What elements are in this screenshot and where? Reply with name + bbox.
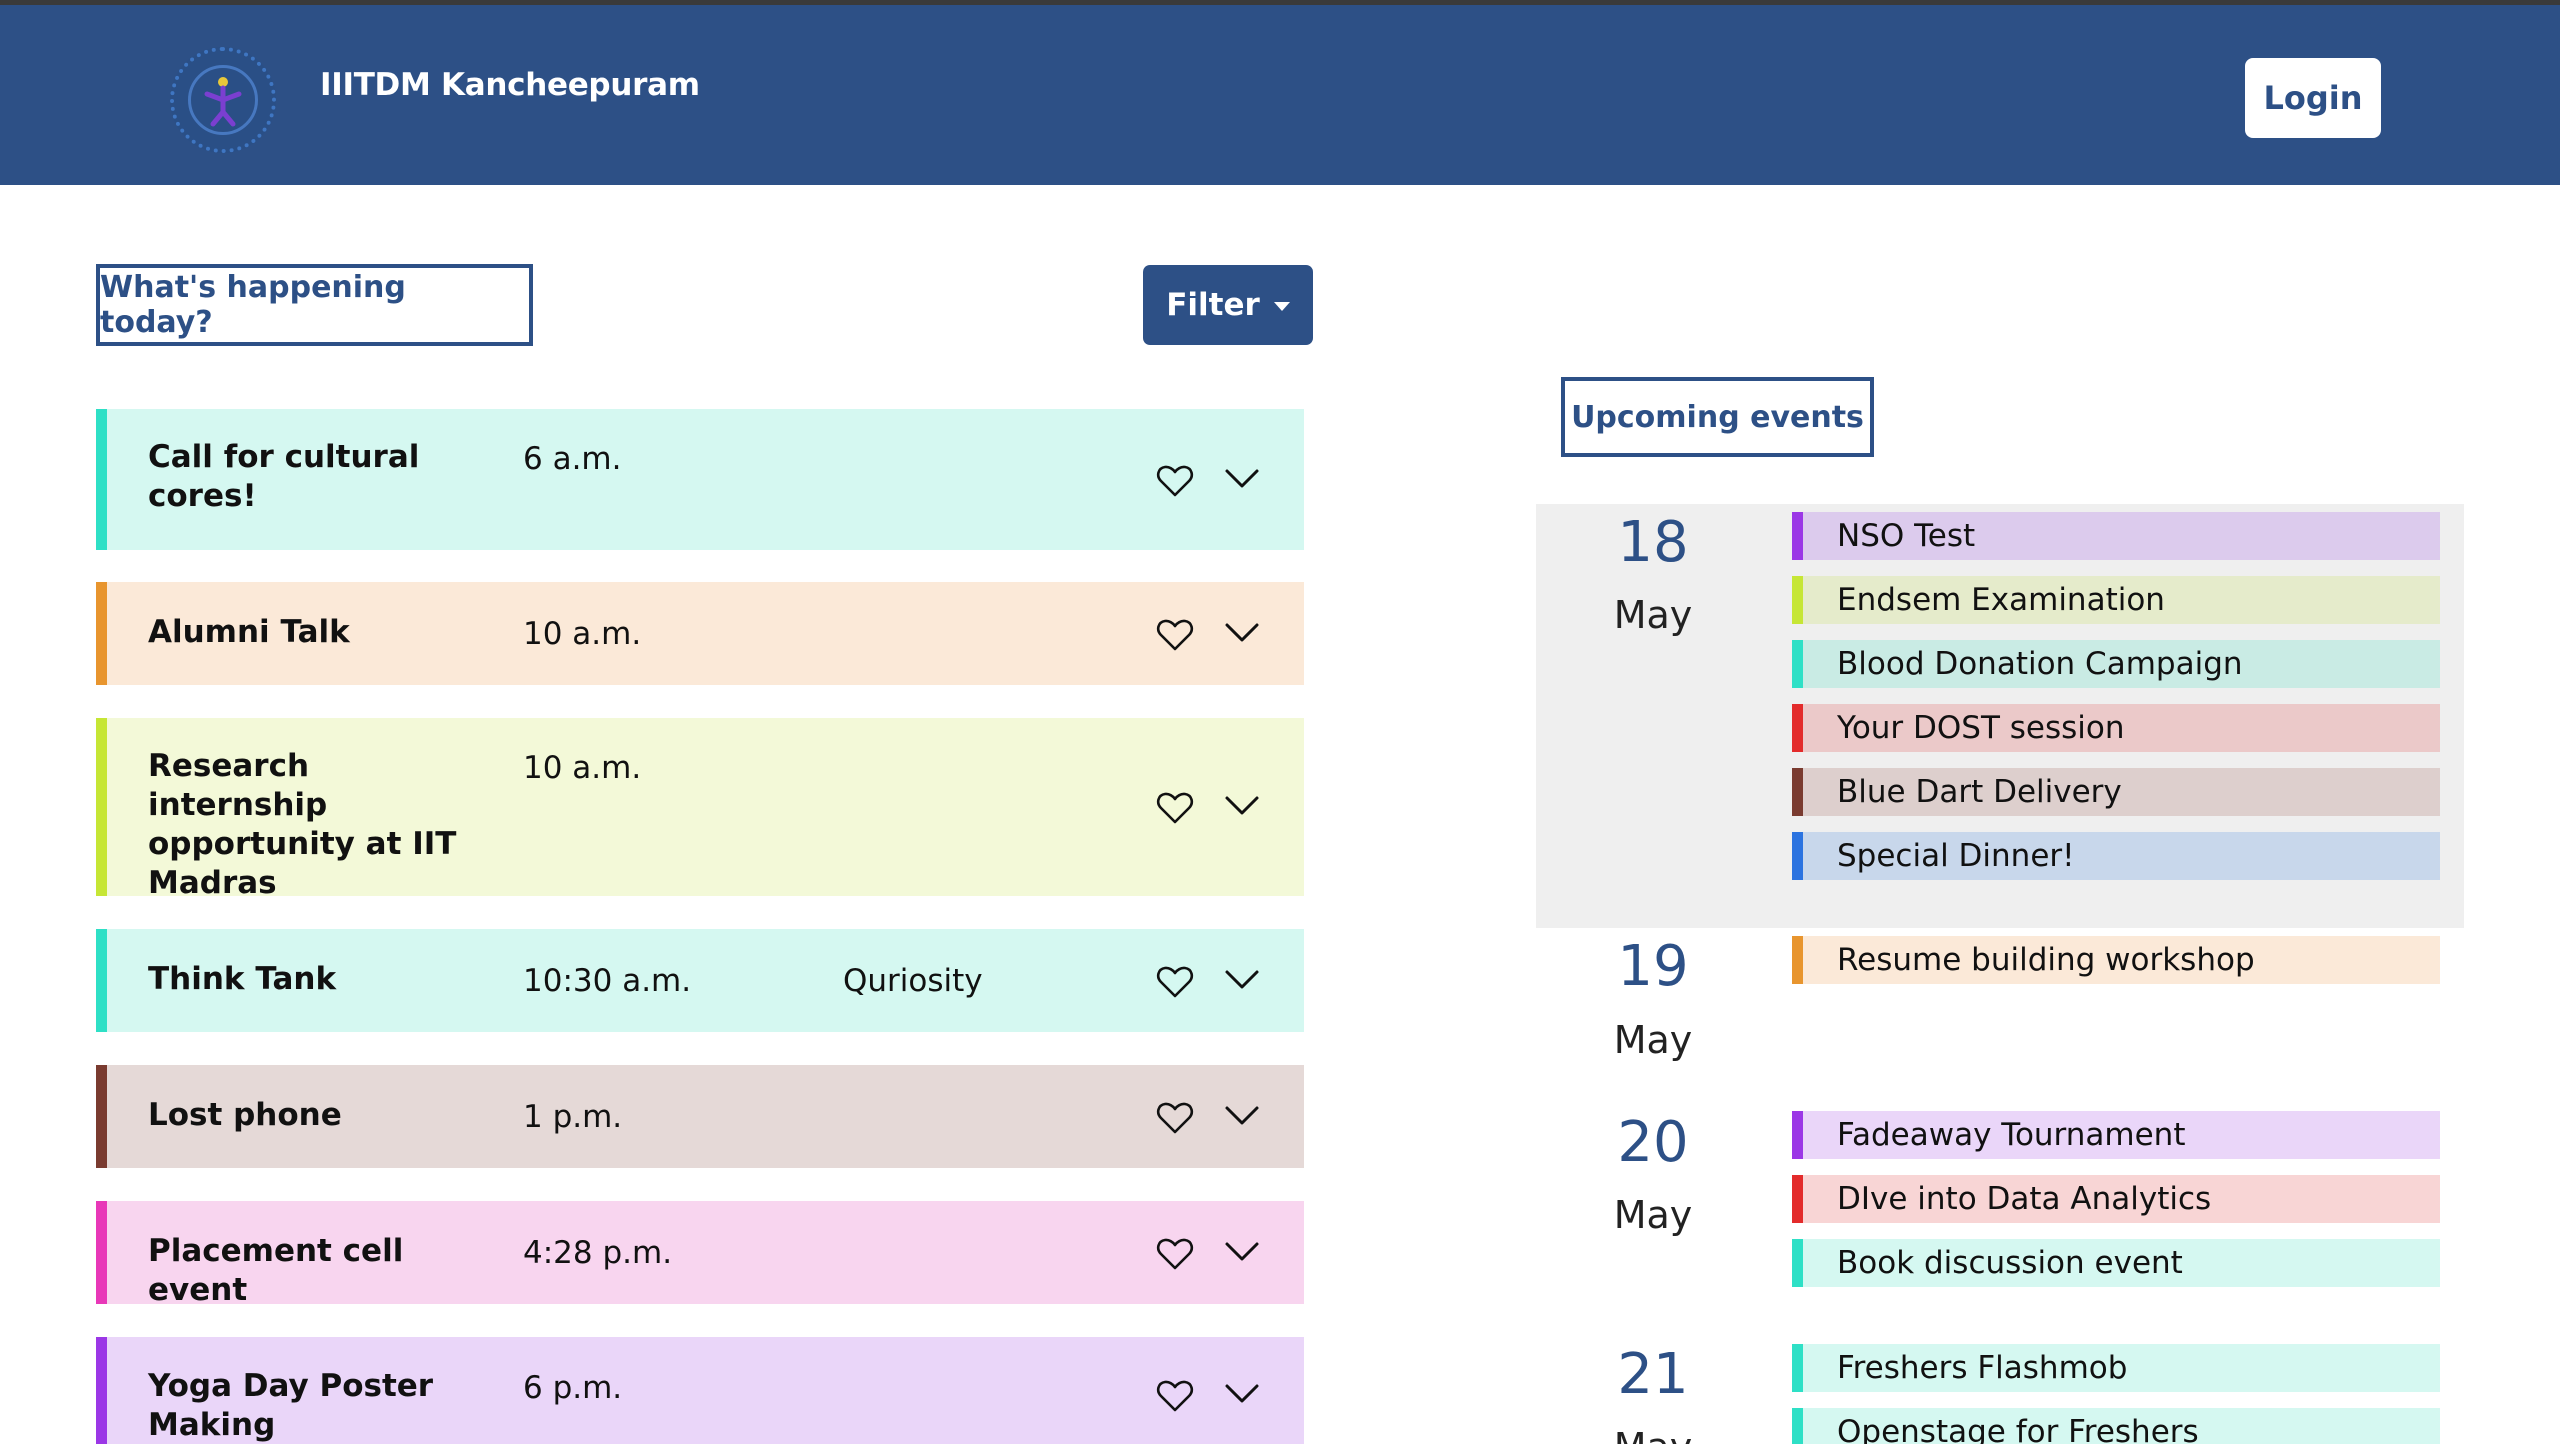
event-card[interactable]: Lost phone 1 p.m. (96, 1065, 1304, 1168)
event-card[interactable]: Placement cell event 4:28 p.m. (96, 1201, 1304, 1308)
event-card[interactable]: Research internship opportunity at IIT M… (96, 718, 1304, 901)
event-time: 10 a.m. (523, 616, 642, 652)
whats-happening-today-button[interactable]: What's happening today? (96, 264, 533, 346)
event-time: 6 p.m. (523, 1370, 623, 1406)
navbar: IIITDM Kancheepuram Login (0, 5, 2560, 185)
event-card[interactable]: Yoga Day Poster Making 6 p.m. (96, 1337, 1304, 1444)
upcoming-event-label: Blood Donation Campaign (1837, 646, 2243, 682)
event-time: 6 a.m. (523, 441, 622, 477)
event-title: Placement cell event (148, 1233, 404, 1308)
chevron-down-icon[interactable] (1224, 969, 1260, 991)
chevron-down-icon[interactable] (1224, 622, 1260, 644)
chevron-down-icon[interactable] (1224, 795, 1260, 817)
event-time: 1 p.m. (523, 1099, 623, 1135)
filter-label: Filter (1166, 287, 1260, 323)
upcoming-event-label: Book discussion event (1837, 1245, 2183, 1281)
chevron-down-icon[interactable] (1224, 1241, 1260, 1263)
upcoming-day-number: 20 (1617, 1110, 1689, 1175)
upcoming-event-item[interactable]: Blood Donation Campaign (1792, 640, 2440, 688)
event-accent-bar (96, 929, 107, 1032)
upcoming-event-item[interactable]: Fadeaway Tournament (1792, 1111, 2440, 1159)
heart-icon[interactable] (1156, 1379, 1194, 1413)
heart-icon[interactable] (1156, 1237, 1194, 1271)
event-accent-bar (96, 1337, 107, 1444)
upcoming-accent-bar (1792, 832, 1803, 880)
upcoming-accent-bar (1792, 1111, 1803, 1159)
upcoming-event-item[interactable]: NSO Test (1792, 512, 2440, 560)
upcoming-event-item[interactable]: Resume building workshop (1792, 936, 2440, 984)
event-time: 10 a.m. (523, 750, 642, 786)
event-accent-bar (96, 409, 107, 550)
event-title: Think Tank (148, 961, 337, 997)
event-organizer: Quriosity (843, 963, 983, 999)
upcoming-event-label: Fadeaway Tournament (1837, 1117, 2186, 1153)
upcoming-accent-bar (1792, 768, 1803, 816)
upcoming-event-label: Your DOST session (1837, 710, 2125, 746)
heart-icon[interactable] (1156, 965, 1194, 999)
heart-icon[interactable] (1156, 618, 1194, 652)
event-accent-bar (96, 718, 107, 896)
event-time: 4:28 p.m. (523, 1235, 673, 1271)
upcoming-event-label: Freshers Flashmob (1837, 1350, 2128, 1386)
upcoming-accent-bar (1792, 704, 1803, 752)
upcoming-day-number: 21 (1617, 1342, 1689, 1407)
upcoming-accent-bar (1792, 936, 1803, 984)
upcoming-day-number: 18 (1617, 510, 1689, 575)
upcoming-month: May (1613, 593, 1693, 637)
logo-ring (188, 65, 258, 135)
event-title: Call for cultural cores! (148, 439, 420, 514)
upcoming-accent-bar (1792, 1175, 1803, 1223)
upcoming-event-item[interactable]: Special Dinner! (1792, 832, 2440, 880)
filter-dropdown-button[interactable]: Filter (1143, 265, 1313, 345)
upcoming-event-item[interactable]: Your DOST session (1792, 704, 2440, 752)
upcoming-event-item[interactable]: Book discussion event (1792, 1239, 2440, 1287)
brand-name[interactable]: IIITDM Kancheepuram (320, 67, 700, 103)
upcoming-accent-bar (1792, 640, 1803, 688)
event-title: Alumni Talk (148, 614, 350, 650)
event-time: 10:30 a.m. (523, 963, 692, 999)
event-title: Lost phone (148, 1097, 342, 1133)
upcoming-event-item[interactable]: Blue Dart Delivery (1792, 768, 2440, 816)
chevron-down-icon[interactable] (1224, 1105, 1260, 1127)
chevron-down-icon[interactable] (1224, 468, 1260, 490)
upcoming-accent-bar (1792, 1344, 1803, 1392)
event-card[interactable]: Think Tank 10:30 a.m. Quriosity (96, 929, 1304, 1032)
login-button[interactable]: Login (2245, 58, 2381, 138)
event-accent-bar (96, 582, 107, 685)
event-title: Research internship opportunity at IIT M… (148, 748, 457, 901)
upcoming-event-item[interactable]: DIve into Data Analytics (1792, 1175, 2440, 1223)
upcoming-event-item[interactable]: Endsem Examination (1792, 576, 2440, 624)
upcoming-accent-bar (1792, 1408, 1803, 1444)
event-accent-bar (96, 1065, 107, 1168)
event-card[interactable]: Call for cultural cores! 6 a.m. (96, 409, 1304, 550)
institute-logo[interactable] (170, 47, 276, 153)
upcoming-event-item[interactable]: Freshers Flashmob (1792, 1344, 2440, 1392)
upcoming-month: May (1613, 1018, 1693, 1062)
upcoming-event-label: Special Dinner! (1837, 838, 2075, 874)
upcoming-event-label: Endsem Examination (1837, 582, 2165, 618)
heart-icon[interactable] (1156, 791, 1194, 825)
upcoming-event-label: Openstage for Freshers (1837, 1414, 2199, 1444)
upcoming-event-label: Blue Dart Delivery (1837, 774, 2122, 810)
upcoming-event-label: DIve into Data Analytics (1837, 1181, 2212, 1217)
logo-figure-icon (204, 77, 242, 127)
heart-icon[interactable] (1156, 1101, 1194, 1135)
chevron-down-icon[interactable] (1224, 1383, 1260, 1405)
event-title: Yoga Day Poster Making (148, 1368, 434, 1443)
upcoming-month: May (1563, 1425, 1743, 1444)
caret-down-icon (1273, 301, 1290, 311)
upcoming-event-label: Resume building workshop (1837, 942, 2255, 978)
heart-icon[interactable] (1156, 464, 1194, 498)
upcoming-month: May (1613, 1193, 1693, 1237)
event-card[interactable]: Alumni Talk 10 a.m. (96, 582, 1304, 685)
upcoming-day-number: 19 (1617, 934, 1689, 999)
upcoming-accent-bar (1792, 1239, 1803, 1287)
event-accent-bar (96, 1201, 107, 1304)
upcoming-events-button[interactable]: Upcoming events (1561, 377, 1874, 457)
upcoming-accent-bar (1792, 576, 1803, 624)
upcoming-accent-bar (1792, 512, 1803, 560)
upcoming-event-item[interactable]: Openstage for Freshers (1792, 1408, 2440, 1444)
upcoming-event-label: NSO Test (1837, 518, 1976, 554)
